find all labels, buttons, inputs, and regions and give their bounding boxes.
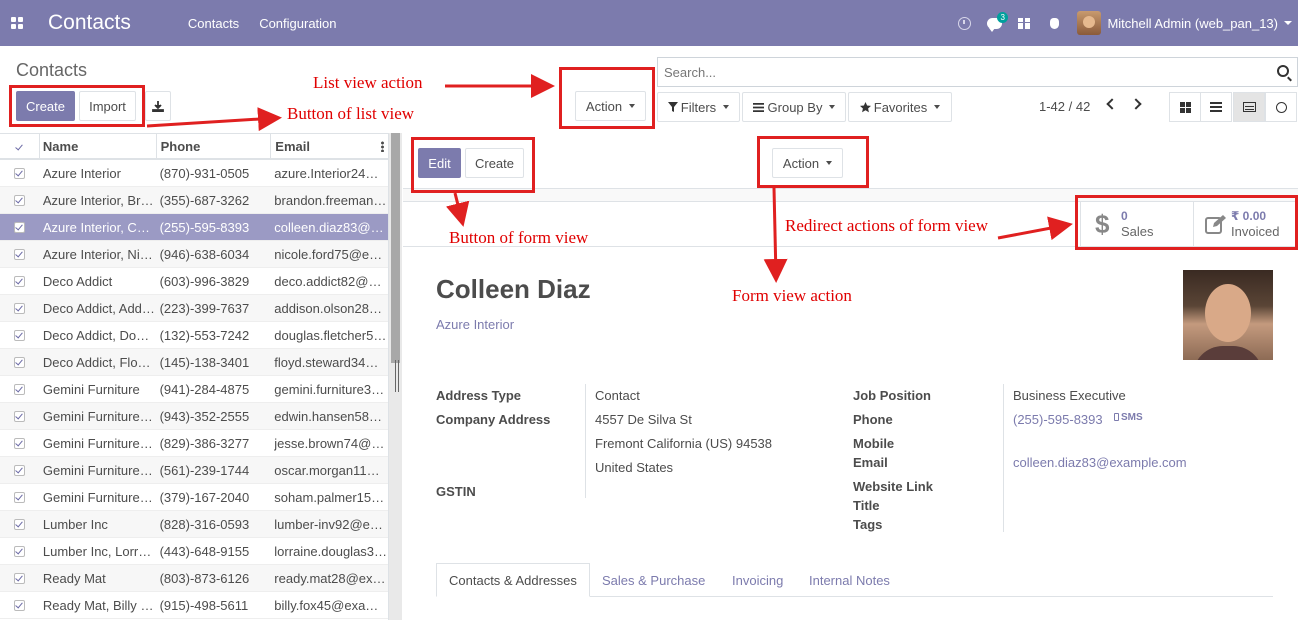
arrow-form-buttons <box>445 192 470 227</box>
arrow-form-action <box>763 187 788 283</box>
annotation-arrows <box>146 74 1073 283</box>
arrow-list-buttons <box>146 107 282 132</box>
arrow-smart-buttons <box>997 216 1073 241</box>
